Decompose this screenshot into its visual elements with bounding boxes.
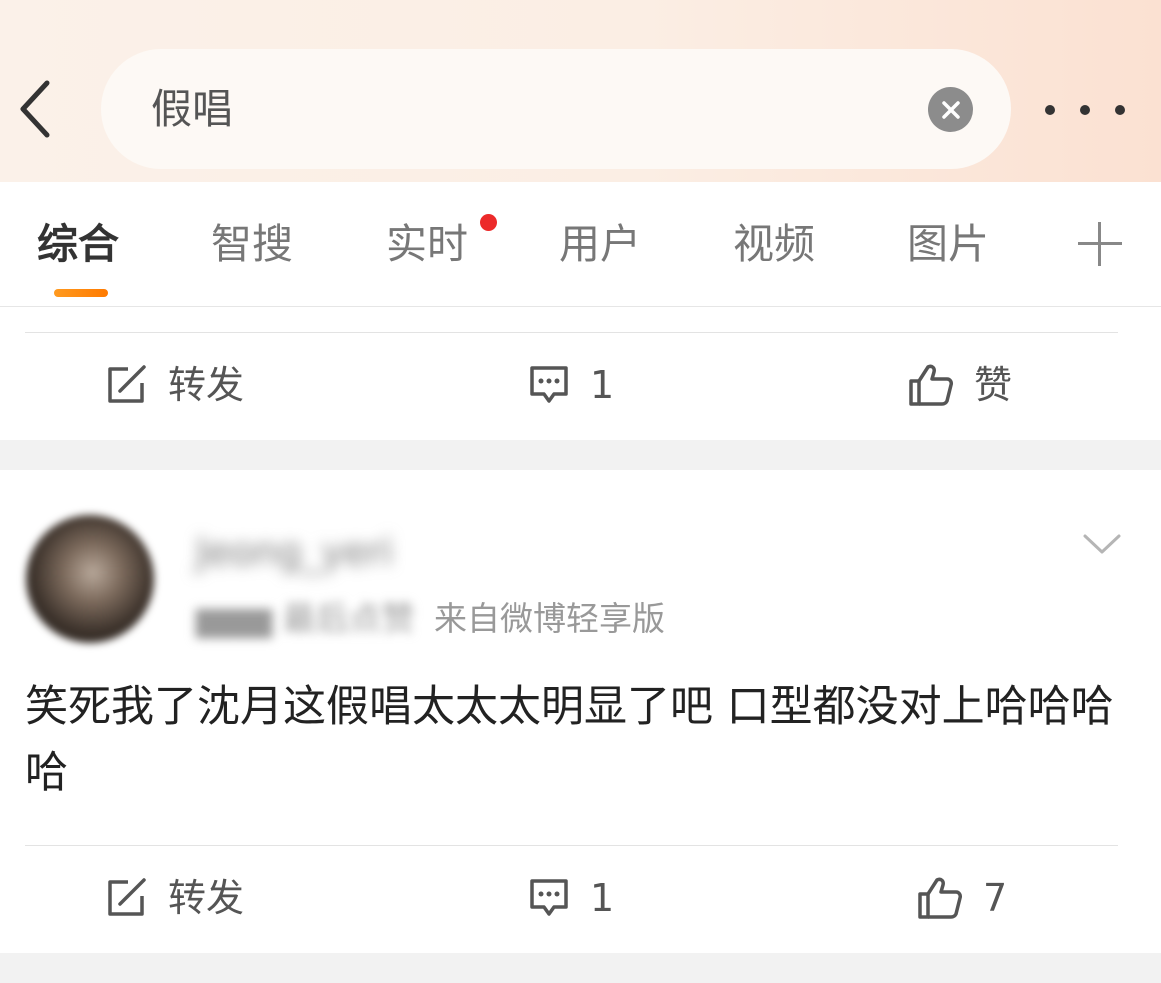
tab-smart-search[interactable]: 智搜: [211, 216, 293, 272]
tab-realtime[interactable]: 实时: [386, 216, 468, 272]
tab-videos[interactable]: 视频: [733, 216, 815, 272]
tab-images[interactable]: 图片: [907, 216, 989, 272]
back-button[interactable]: [10, 76, 60, 142]
comment-count: 1: [590, 876, 615, 920]
post-time-blurred: ▆▆▆ 最后点赞: [196, 599, 415, 638]
chevron-left-icon: [20, 80, 50, 138]
close-icon: [941, 100, 960, 119]
more-dot: [1115, 105, 1125, 115]
comment-button[interactable]: 1: [528, 873, 614, 923]
like-button[interactable]: 7: [917, 873, 1007, 923]
previous-post-card: 转发 1 赞: [0, 307, 1161, 440]
more-dot: [1080, 105, 1090, 115]
repost-label: 转发: [168, 363, 245, 407]
comment-icon: [530, 879, 568, 916]
search-results-page: 假唱 综合 智搜 实时 用户 视频 图片 转发 1 赞 Jeong_yeri ▆…: [0, 0, 1161, 983]
like-button[interactable]: 赞: [908, 360, 1012, 410]
thumbs-up-icon: [918, 877, 962, 919]
repost-label: 转发: [168, 876, 245, 920]
repost-icon: [108, 365, 146, 403]
username-blurred[interactable]: Jeong_yeri: [196, 530, 393, 574]
comment-icon: [530, 366, 568, 403]
repost-icon: [108, 878, 146, 916]
clear-search-button[interactable]: [928, 87, 973, 132]
divider: [25, 845, 1118, 846]
tab-users[interactable]: 用户: [559, 216, 641, 272]
tab-comprehensive[interactable]: 综合: [37, 216, 119, 272]
active-tab-indicator: [54, 289, 108, 297]
search-query[interactable]: 假唱: [151, 81, 233, 137]
post-text: 笑死我了沈月这假唱太太太明显了吧 口型都没对上哈哈哈哈: [25, 682, 1114, 798]
chevron-down-icon[interactable]: [1082, 532, 1122, 556]
like-count: 7: [983, 876, 1008, 920]
thumbs-up-icon: [909, 364, 953, 406]
more-dot: [1045, 105, 1055, 115]
search-header: 假唱: [0, 0, 1161, 182]
realtime-badge-dot: [480, 214, 497, 231]
like-label: 赞: [974, 363, 1013, 407]
repost-button[interactable]: 转发: [106, 873, 244, 923]
comment-button[interactable]: 1: [528, 360, 614, 410]
plus-icon[interactable]: [1078, 222, 1122, 266]
post-source: 来自微博轻享版: [434, 599, 665, 638]
post-card: Jeong_yeri ▆▆▆ 最后点赞 来自微博轻享版 笑死我了沈月这假唱太太太…: [0, 470, 1161, 953]
comment-count: 1: [590, 363, 615, 407]
avatar[interactable]: [26, 515, 154, 643]
divider: [25, 332, 1118, 333]
search-tabs: 综合 智搜 实时 用户 视频 图片: [0, 182, 1161, 307]
more-horizontal-icon[interactable]: [1045, 90, 1125, 130]
repost-button[interactable]: 转发: [106, 360, 244, 410]
search-input[interactable]: 假唱: [101, 49, 1011, 169]
